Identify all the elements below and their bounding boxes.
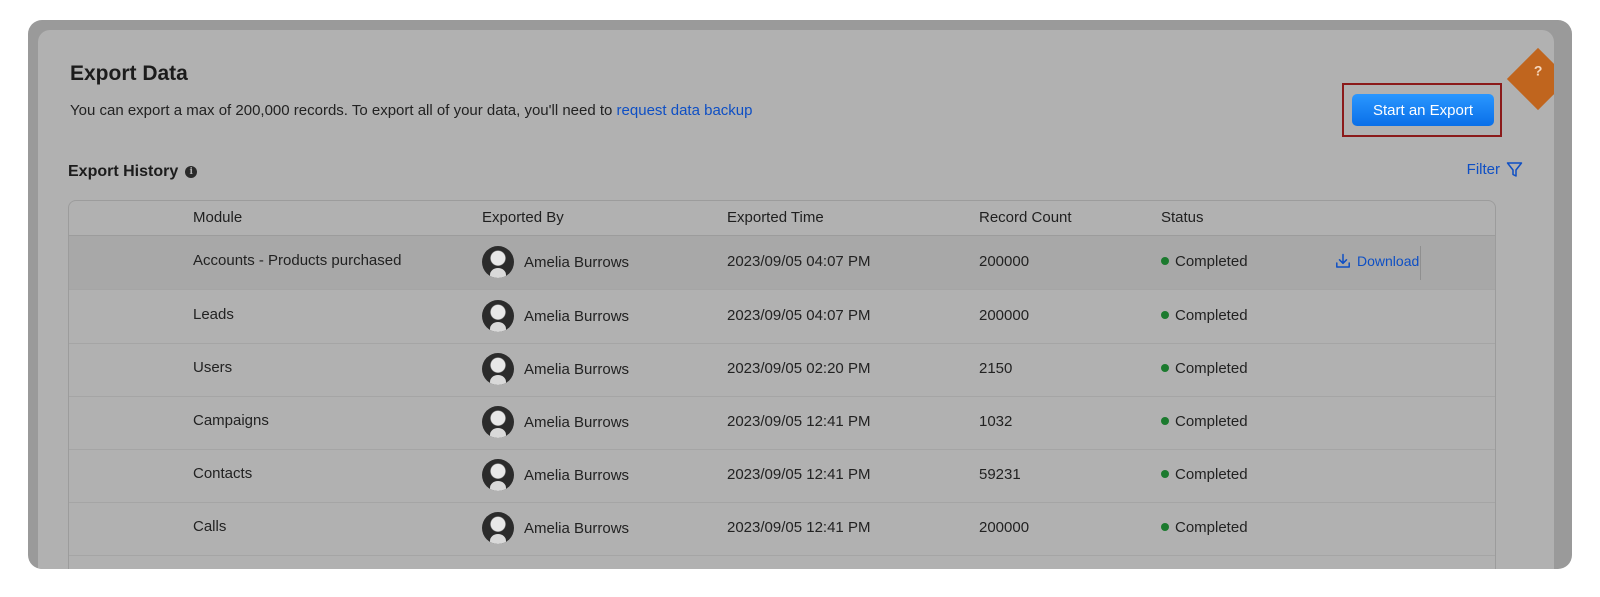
status-label: Completed (1175, 413, 1248, 430)
exported-by-cell: Amelia Burrows (482, 512, 629, 544)
funnel-icon (1506, 162, 1523, 177)
table-header: Module Exported By Exported Time Record … (69, 201, 1495, 236)
status-cell: Completed (1161, 466, 1248, 483)
subtitle-text: You can export a max of 200,000 records.… (70, 102, 617, 119)
status-label: Completed (1175, 519, 1248, 536)
status-label: Completed (1175, 307, 1248, 324)
exported-time-cell: 2023/09/05 04:07 PM (727, 307, 871, 324)
table-row[interactable]: Contacts Amelia Burrows 2023/09/05 12:41… (69, 449, 1495, 503)
module-cell: Accounts - Products purchased (193, 252, 402, 269)
help-tab[interactable]: ? (1506, 47, 1554, 111)
download-button[interactable]: Download (1335, 253, 1419, 269)
download-icon (1336, 253, 1350, 268)
record-count-cell: 2150 (979, 360, 1013, 377)
table-row[interactable]: Leads Amelia Burrows 2023/09/05 04:07 PM… (69, 290, 1495, 344)
exported-time-cell: 2023/09/05 04:07 PM (727, 253, 871, 270)
exported-by-cell: Amelia Burrows (482, 246, 629, 278)
status-cell: Completed (1161, 413, 1248, 430)
status-dot-icon (1161, 364, 1169, 373)
status-label: Completed (1175, 466, 1248, 483)
avatar (482, 300, 514, 332)
module-cell: Users (193, 359, 233, 376)
filter-label: Filter (1466, 161, 1500, 178)
status-dot-icon (1161, 523, 1169, 532)
page-title: Export Data (70, 62, 188, 85)
start-export-button[interactable]: Start an Export (1352, 94, 1494, 126)
record-count-cell: 200000 (979, 519, 1030, 536)
status-dot-icon (1161, 417, 1169, 426)
cell-divider (1420, 246, 1421, 280)
column-header-status: Status (1161, 209, 1204, 226)
avatar (482, 353, 514, 385)
status-label: Completed (1175, 360, 1248, 377)
record-count-cell: 200000 (979, 307, 1030, 324)
module-cell: Contacts (193, 465, 253, 482)
info-icon[interactable]: i (185, 166, 198, 178)
page-subtitle: You can export a max of 200,000 records.… (70, 102, 752, 119)
user-name: Amelia Burrows (524, 519, 630, 537)
status-dot-icon (1161, 257, 1169, 266)
column-header-record-count: Record Count (979, 209, 1072, 226)
avatar (482, 406, 514, 438)
table-row[interactable]: Accounts - Products purchased Amelia Bur… (69, 236, 1495, 290)
request-data-backup-link[interactable]: request data backup (617, 102, 753, 119)
exported-time-cell: 2023/09/05 12:41 PM (727, 466, 871, 483)
table-row[interactable]: Calls Amelia Burrows 2023/09/05 12:41 PM… (69, 502, 1495, 556)
exported-time-cell: 2023/09/05 02:20 PM (727, 360, 871, 377)
user-name: Amelia Burrows (524, 307, 630, 325)
status-cell: Completed (1161, 307, 1248, 324)
status-cell: Completed (1161, 360, 1248, 377)
exported-by-cell: Amelia Burrows (482, 459, 629, 491)
user-name: Amelia Burrows (524, 413, 630, 431)
exported-by-cell: Amelia Burrows (482, 300, 629, 332)
column-header-module: Module (193, 209, 243, 226)
status-dot-icon (1161, 311, 1169, 320)
status-label: Completed (1175, 253, 1248, 270)
exported-time-cell: 2023/09/05 12:41 PM (727, 413, 871, 430)
module-cell: Calls (193, 518, 227, 535)
record-count-cell: 59231 (979, 466, 1021, 483)
download-label: Download (1357, 253, 1420, 269)
exported-time-cell: 2023/09/05 12:41 PM (727, 519, 871, 536)
question-mark-icon: ? (1533, 62, 1543, 79)
user-name: Amelia Burrows (524, 253, 630, 271)
record-count-cell: 1032 (979, 413, 1013, 430)
avatar (482, 459, 514, 491)
column-header-exported-by: Exported By (482, 209, 564, 226)
record-count-cell: 200000 (979, 253, 1030, 270)
avatar (482, 512, 514, 544)
user-name: Amelia Burrows (524, 466, 630, 484)
column-header-exported-time: Exported Time (727, 209, 824, 226)
filter-button[interactable]: Filter (1467, 161, 1523, 178)
table-row[interactable]: Campaigns Amelia Burrows 2023/09/05 12:4… (69, 396, 1495, 450)
export-history-heading: Export History i (68, 163, 198, 181)
status-cell: Completed (1161, 519, 1248, 536)
module-cell: Campaigns (193, 412, 269, 429)
status-cell: Completed (1161, 253, 1248, 270)
export-data-panel: Export Data You can export a max of 200,… (38, 30, 1554, 569)
avatar (482, 246, 514, 278)
user-name: Amelia Burrows (524, 360, 630, 378)
export-history-title: Export History (68, 163, 179, 180)
module-cell: Leads (193, 306, 234, 323)
screenshot-frame: Export Data You can export a max of 200,… (28, 20, 1572, 569)
exported-by-cell: Amelia Burrows (482, 406, 629, 438)
exported-by-cell: Amelia Burrows (482, 353, 629, 385)
table-row[interactable]: Users Amelia Burrows 2023/09/05 02:20 PM… (69, 343, 1495, 397)
status-dot-icon (1161, 470, 1169, 479)
export-history-table: Module Exported By Exported Time Record … (68, 200, 1496, 569)
